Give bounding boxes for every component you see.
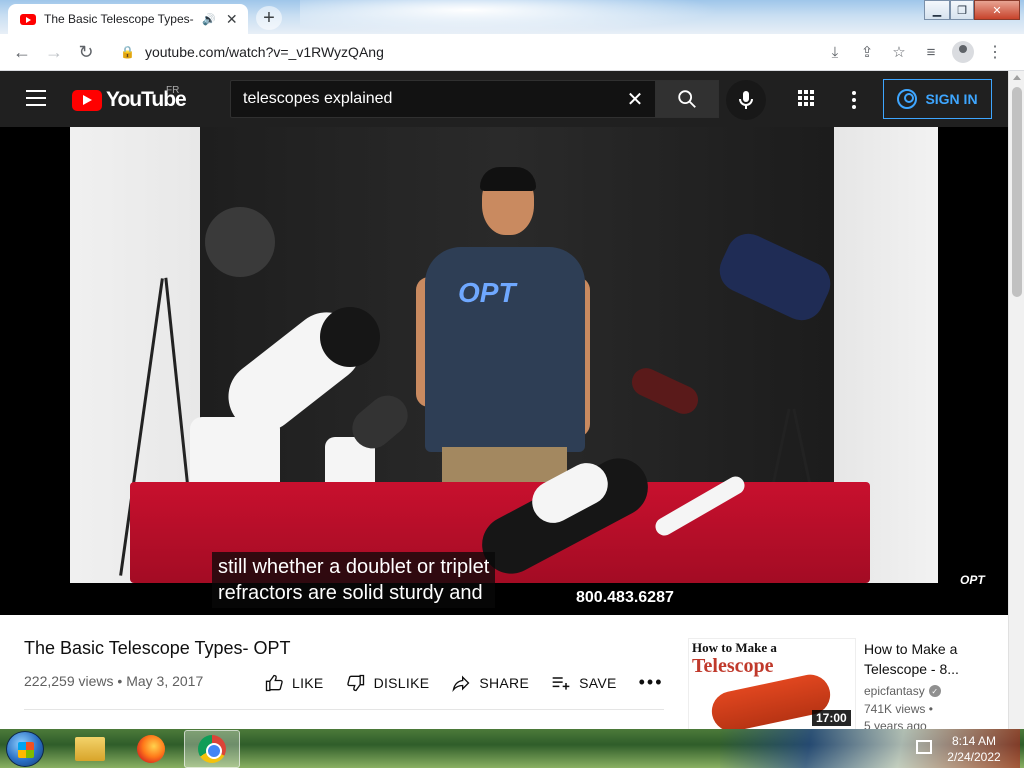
browser-tab-bar: The Basic Telescope Types- OPT 🔊 ✕ + ▁ ❐…	[0, 0, 1024, 34]
more-actions-icon[interactable]: •••	[639, 672, 664, 693]
telescope-aperture	[320, 307, 380, 367]
search-icon	[678, 90, 696, 108]
share-arrow-icon	[452, 675, 470, 692]
speaker-icon[interactable]: 🔊	[202, 13, 216, 26]
youtube-header: YouTube FR telescopes explained ✕	[0, 71, 1008, 127]
restore-button[interactable]: ❐	[950, 0, 974, 20]
profile-button[interactable]	[950, 38, 976, 66]
profile-avatar-icon	[952, 41, 974, 63]
scroll-up-icon[interactable]	[1013, 75, 1021, 80]
thumbs-down-icon	[346, 674, 364, 691]
thumbnail-line: How to Make a	[692, 640, 777, 655]
media-control-icon[interactable]: ≡	[918, 38, 944, 66]
hamburger-menu-icon[interactable]	[26, 90, 46, 106]
apps-grid-icon[interactable]	[798, 90, 814, 106]
channel-watermark[interactable]: OPT	[960, 573, 985, 587]
close-window-button[interactable]: ✕	[974, 0, 1020, 20]
red-telescope	[627, 363, 703, 419]
firefox-icon	[137, 735, 165, 763]
channel-name[interactable]: epicfantasy	[864, 684, 925, 698]
country-code: FR	[166, 85, 180, 96]
subtitle-line: still whether a doublet or triplet	[218, 556, 490, 578]
subtitle-line: refractors are solid sturdy and	[218, 582, 483, 604]
browser-toolbar: ← → ↻ 🔒 youtube.com/watch?v=_v1RWyzQAng …	[0, 34, 1024, 71]
tab-close-icon[interactable]: ✕	[224, 11, 240, 28]
save-button[interactable]: SAVE	[551, 673, 617, 693]
clock-date: 2/24/2022	[947, 750, 1001, 764]
tab-title: The Basic Telescope Types- OPT	[44, 12, 194, 26]
bookmark-star-icon[interactable]: ☆	[886, 38, 912, 66]
forward-arrow-icon[interactable]: →	[38, 36, 70, 68]
video-meta: 222,259 views • May 3, 2017	[24, 673, 204, 689]
folder-icon	[75, 737, 105, 761]
system-clock[interactable]: 8:14 AM 2/24/2022	[944, 733, 1004, 765]
share-label: SHARE	[479, 674, 530, 691]
chrome-button[interactable]	[184, 730, 240, 768]
presenter-hair	[480, 167, 536, 191]
video-frame[interactable]: OPT	[70, 127, 938, 583]
firefox-button[interactable]	[123, 730, 179, 768]
settings-more-icon[interactable]	[852, 91, 856, 109]
dislike-button[interactable]: DISLIKE	[346, 673, 430, 693]
sign-in-button[interactable]: SIGN IN	[883, 79, 992, 119]
video-actions: LIKE DISLIKE SHARE SAVE •••	[264, 672, 664, 693]
search-query[interactable]: telescopes explained	[243, 90, 615, 108]
video-duration-badge: 17:00	[812, 710, 851, 726]
file-explorer-button[interactable]	[62, 730, 118, 768]
account-icon	[897, 89, 918, 109]
url-text[interactable]: youtube.com/watch?v=_v1RWyzQAng	[145, 44, 384, 60]
save-label: SAVE	[579, 674, 617, 691]
chrome-icon	[198, 735, 226, 763]
verified-badge-icon: ✓	[928, 685, 941, 697]
video-subtitle: still whether a doublet or triplet refra…	[212, 552, 496, 608]
like-label: LIKE	[292, 674, 324, 691]
recommended-video-title[interactable]: How to Make a Telescope - 8...	[864, 639, 984, 679]
share-button[interactable]: SHARE	[451, 673, 529, 693]
views-text: 741K views	[864, 702, 926, 716]
search-input[interactable]: telescopes explained ✕	[230, 80, 656, 118]
browser-tab[interactable]: The Basic Telescope Types- OPT 🔊 ✕	[8, 4, 248, 34]
recommended-views: 741K views •	[864, 702, 933, 716]
address-bar[interactable]: 🔒 youtube.com/watch?v=_v1RWyzQAng	[110, 38, 810, 66]
minimize-button[interactable]: ▁	[924, 0, 950, 20]
microphone-icon	[739, 91, 753, 109]
phone-number: 800.483.6287	[576, 589, 674, 606]
divider	[24, 709, 664, 710]
sign-in-label: SIGN IN	[925, 91, 978, 107]
thumbs-up-icon	[265, 674, 283, 691]
video-player[interactable]: OPT still whether a doublet or triplet r…	[0, 127, 1008, 615]
lock-icon[interactable]: 🔒	[120, 45, 135, 59]
reload-icon[interactable]: ↻	[70, 36, 102, 68]
view-count: 222,259 views	[24, 673, 114, 689]
thumbnail-line: Telescope	[692, 655, 774, 677]
start-button[interactable]	[6, 731, 44, 767]
recommended-channel[interactable]: epicfantasy ✓	[864, 684, 941, 698]
voice-search-button[interactable]	[726, 80, 766, 120]
browser-menu-icon[interactable]: ⋮	[982, 38, 1008, 66]
sct-telescope	[712, 226, 838, 328]
network-tray-icon[interactable]	[916, 740, 932, 754]
telescope-eyepiece	[205, 207, 275, 277]
thumbnail-text: How to Make a Telescope	[692, 640, 777, 676]
youtube-play-icon	[72, 89, 102, 111]
opt-shirt-logo: OPT	[458, 277, 516, 308]
youtube-favicon-icon	[20, 13, 36, 25]
page-scrollbar[interactable]	[1008, 71, 1024, 729]
dislike-label: DISLIKE	[373, 674, 430, 691]
share-page-icon[interactable]: ⇪	[854, 38, 880, 66]
clock-time: 8:14 AM	[951, 734, 997, 748]
back-arrow-icon[interactable]: ←	[6, 36, 38, 68]
new-tab-button[interactable]: +	[256, 6, 282, 30]
like-button[interactable]: LIKE	[264, 673, 324, 693]
scroll-thumb[interactable]	[1012, 87, 1022, 297]
video-title: The Basic Telescope Types- OPT	[24, 638, 291, 658]
playlist-add-icon	[552, 676, 570, 690]
search-button[interactable]	[655, 80, 719, 118]
install-app-icon[interactable]: ⤓	[822, 38, 848, 66]
upload-date: May 3, 2017	[126, 673, 204, 689]
clear-search-icon[interactable]: ✕	[615, 87, 655, 112]
